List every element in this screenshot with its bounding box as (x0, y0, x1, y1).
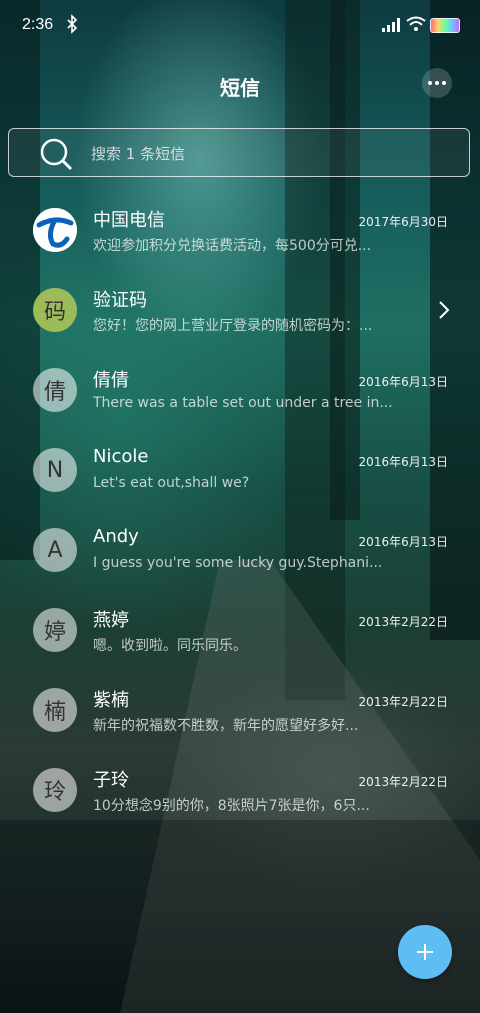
avatar: N (33, 448, 77, 492)
contact-name: 紫楠 (93, 690, 129, 711)
status-bar: 2:36 (0, 0, 480, 52)
message-date: 2013年2月22日 (358, 695, 448, 709)
avatar: 楠 (33, 688, 77, 732)
china-telecom-logo (33, 208, 77, 252)
message-preview: 欢迎参加积分兑换话费活动，每500分可兑... (93, 238, 372, 254)
contact-name: 验证码 (93, 290, 147, 311)
message-preview: 新年的祝福数不胜数，新年的愿望好多好... (93, 718, 359, 734)
avatar: A (33, 528, 77, 572)
contact-name: 燕婷 (93, 610, 129, 631)
contact-name: Nicole (93, 446, 149, 467)
cellular-signal-icon (382, 18, 400, 32)
message-preview: There was a table set out under a tree i… (93, 395, 393, 411)
avatar: 婷 (33, 608, 77, 652)
message-preview: I guess you're some lucky guy.Stephani..… (93, 555, 383, 571)
chevron-right-icon (439, 301, 450, 319)
conversation-row[interactable]: 婷 燕婷 2013年2月22日 嗯。收到啦。同乐同乐。 (0, 590, 480, 670)
contact-name: 倩倩 (93, 370, 129, 391)
message-date: 2017年6月30日 (358, 215, 448, 229)
conversation-row[interactable]: 码 验证码 您好！您的网上营业厅登录的随机密码为：... (0, 270, 480, 350)
message-date: 2016年6月13日 (358, 455, 448, 469)
contact-name: 中国电信 (93, 210, 165, 231)
battery-icon (430, 18, 460, 33)
dot-icon (428, 81, 432, 85)
china-telecom-icon (33, 208, 77, 252)
bluetooth-icon (67, 14, 78, 34)
conversation-row[interactable]: 倩 倩倩 2016年6月13日 There was a table set ou… (0, 350, 480, 430)
avatar: 码 (33, 288, 77, 332)
wifi-icon (406, 16, 426, 31)
conversation-row[interactable]: 玲 子玲 2013年2月22日 10分想念9别的你，8张照片7张是你，6只... (0, 750, 480, 830)
message-preview: 您好！您的网上营业厅登录的随机密码为：... (93, 318, 373, 334)
message-preview: 嗯。收到啦。同乐同乐。 (93, 638, 247, 654)
message-date: 2013年2月22日 (358, 775, 448, 789)
contact-name: 子玲 (93, 770, 129, 791)
dot-icon (442, 81, 446, 85)
message-preview: Let's eat out,shall we? (93, 475, 250, 491)
page-title: 短信 (220, 76, 260, 100)
contact-name: Andy (93, 526, 139, 547)
status-time: 2:36 (22, 16, 54, 33)
conversation-row[interactable]: 楠 紫楠 2013年2月22日 新年的祝福数不胜数，新年的愿望好多好... (0, 670, 480, 750)
more-options-button[interactable] (422, 68, 452, 98)
dot-icon (435, 81, 439, 85)
message-date: 2013年2月22日 (358, 615, 448, 629)
message-preview: 10分想念9别的你，8张照片7张是你，6只... (93, 798, 370, 814)
conversation-row[interactable]: 中国电信 2017年6月30日 欢迎参加积分兑换话费活动，每500分可兑... (0, 190, 480, 270)
avatar: 玲 (33, 768, 77, 812)
conversation-row[interactable]: N Nicole 2016年6月13日 Let's eat out,shall … (0, 430, 480, 510)
avatar: 倩 (33, 368, 77, 412)
message-date: 2016年6月13日 (358, 535, 448, 549)
search-icon (40, 138, 73, 171)
new-message-button[interactable] (398, 925, 452, 979)
message-date: 2016年6月13日 (358, 375, 448, 389)
conversation-row[interactable]: A Andy 2016年6月13日 I guess you're some lu… (0, 510, 480, 590)
search-input[interactable] (89, 141, 433, 167)
search-bar[interactable] (8, 128, 470, 177)
